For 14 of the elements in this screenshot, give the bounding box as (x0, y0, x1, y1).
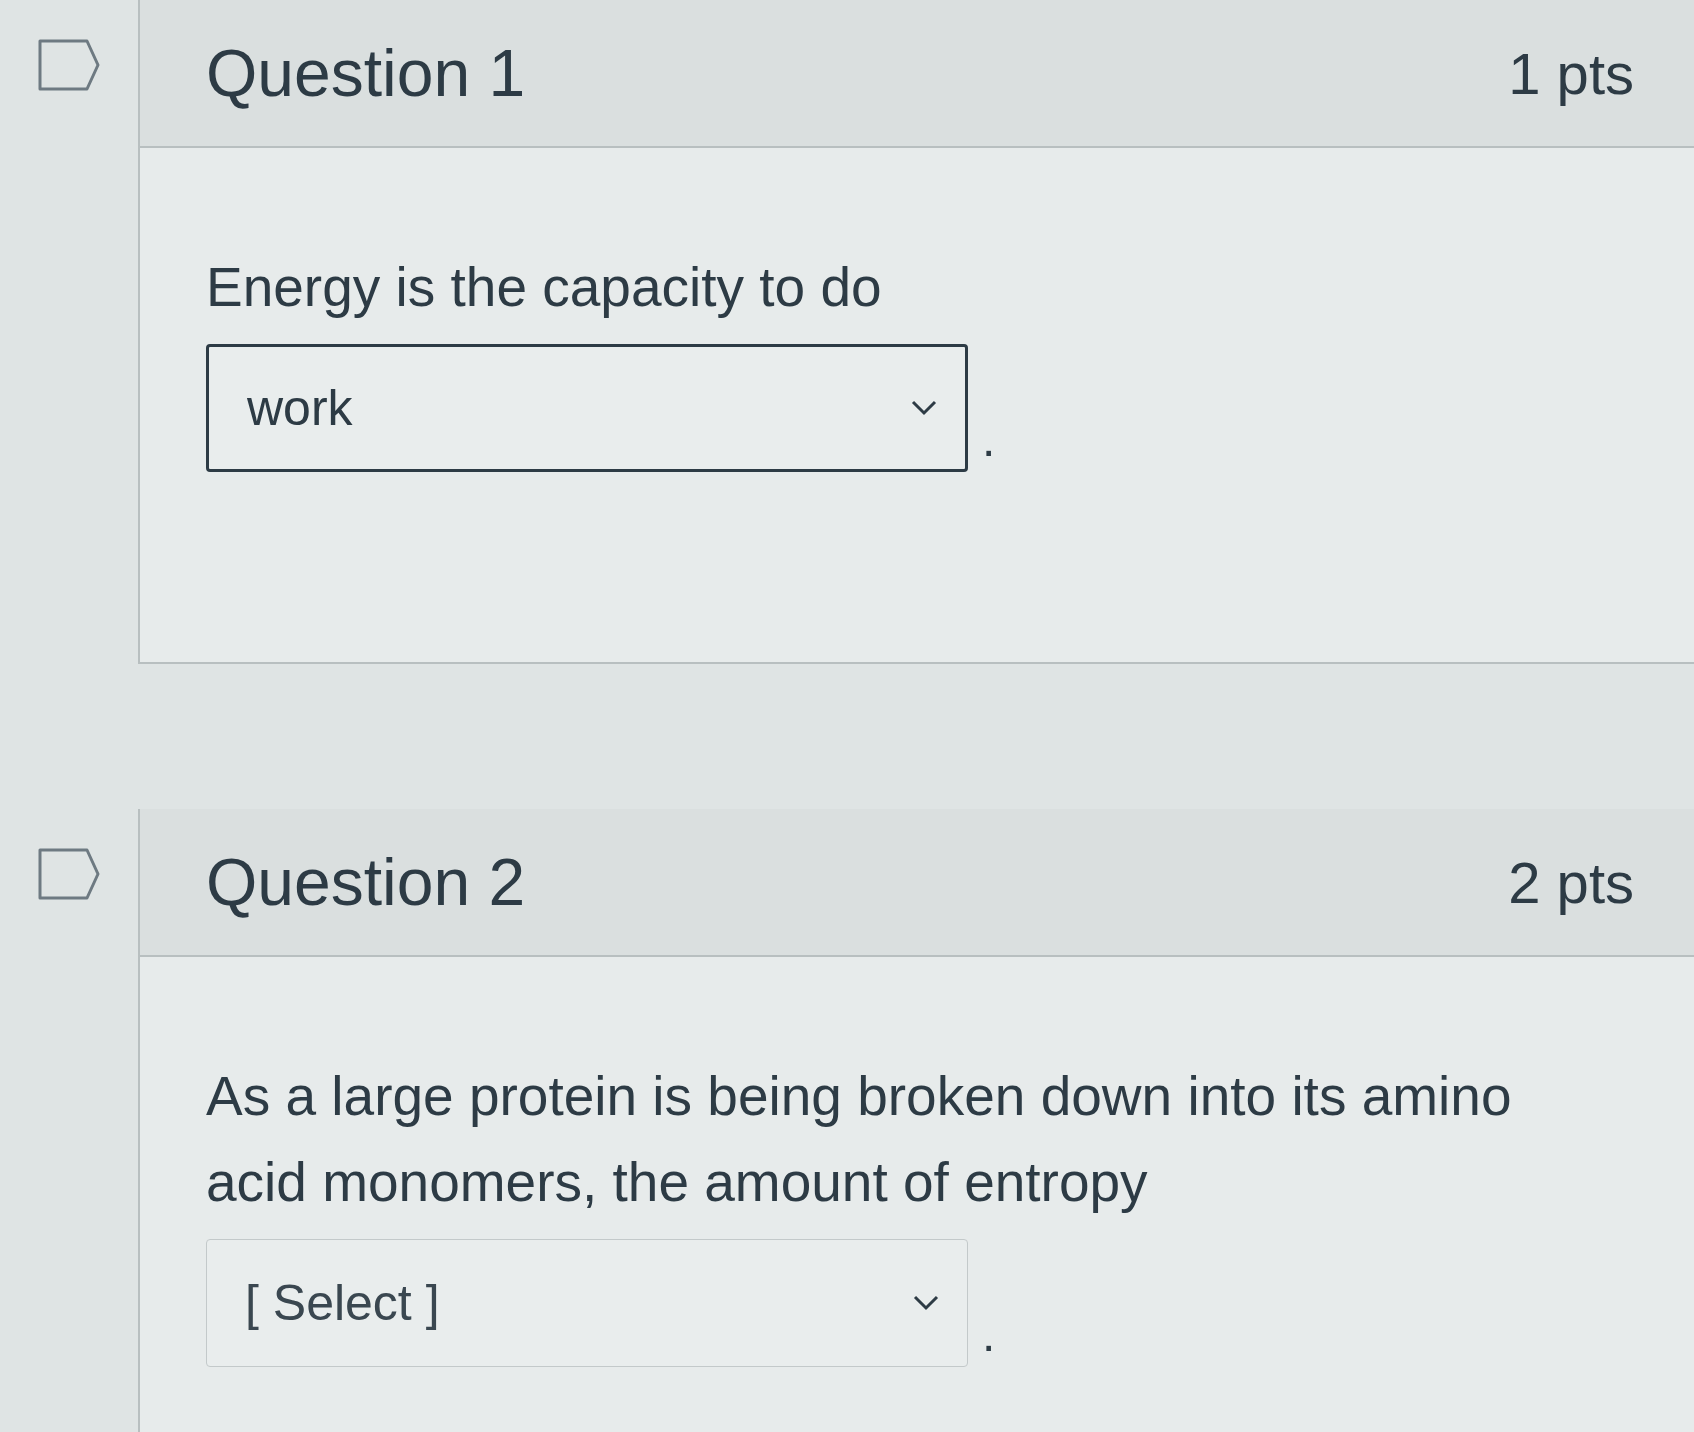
sentence-period: . (982, 1307, 996, 1363)
question-points: 2 pts (1508, 848, 1634, 916)
question-points: 1 pts (1508, 39, 1634, 107)
question-text: As a large protein is being broken down into its amino acid monomers, the amount of entropy (206, 1064, 1513, 1215)
flag-icon[interactable] (37, 38, 101, 92)
sentence-period: . (982, 412, 996, 468)
caret-icon (909, 398, 939, 418)
question-title: Question 2 (206, 844, 526, 920)
flag-icon[interactable] (37, 847, 101, 901)
answer-dropdown[interactable]: work (206, 344, 968, 472)
caret-icon (911, 1293, 941, 1313)
question-title: Question 1 (206, 35, 526, 111)
question-text: Energy is the capacity to do (206, 255, 883, 320)
answer-dropdown[interactable]: [ Select ] (206, 1239, 968, 1367)
